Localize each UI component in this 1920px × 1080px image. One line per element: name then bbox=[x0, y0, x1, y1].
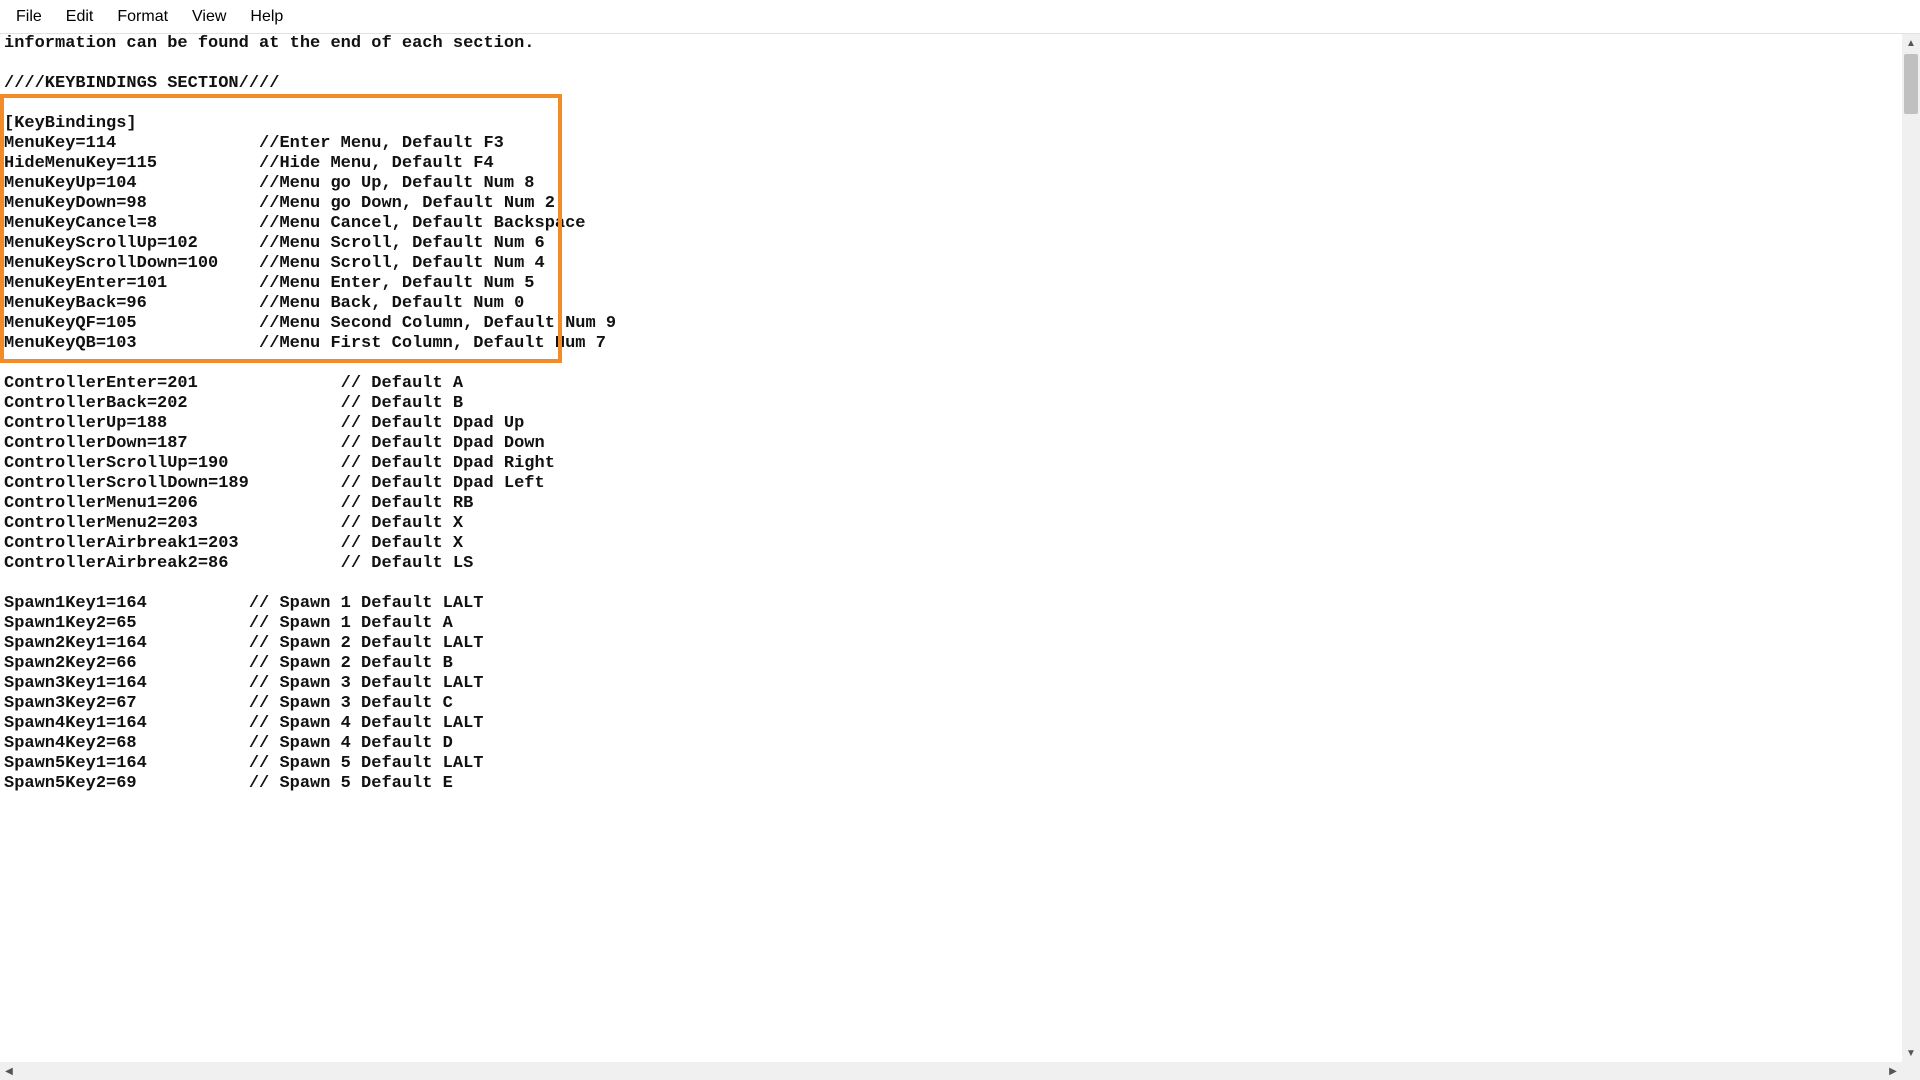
vertical-scroll-thumb[interactable] bbox=[1904, 54, 1918, 114]
scroll-up-arrow-icon[interactable]: ▲ bbox=[1902, 34, 1920, 52]
scrollbar-corner bbox=[1902, 1062, 1920, 1080]
menu-file[interactable]: File bbox=[4, 4, 54, 30]
horizontal-scrollbar[interactable]: ◀ ▶ bbox=[0, 1062, 1902, 1080]
menubar: File Edit Format View Help bbox=[0, 0, 1920, 34]
menu-view[interactable]: View bbox=[180, 4, 238, 30]
vertical-scrollbar[interactable]: ▲ ▼ bbox=[1902, 34, 1920, 1062]
scroll-down-arrow-icon[interactable]: ▼ bbox=[1902, 1044, 1920, 1062]
editor-viewport: information can be found at the end of e… bbox=[0, 34, 1920, 1080]
menu-format[interactable]: Format bbox=[105, 4, 180, 30]
scroll-right-arrow-icon[interactable]: ▶ bbox=[1884, 1062, 1902, 1080]
menu-edit[interactable]: Edit bbox=[54, 4, 106, 30]
menu-help[interactable]: Help bbox=[238, 4, 295, 30]
text-editor-content[interactable]: information can be found at the end of e… bbox=[0, 34, 1902, 1062]
scroll-left-arrow-icon[interactable]: ◀ bbox=[0, 1062, 18, 1080]
